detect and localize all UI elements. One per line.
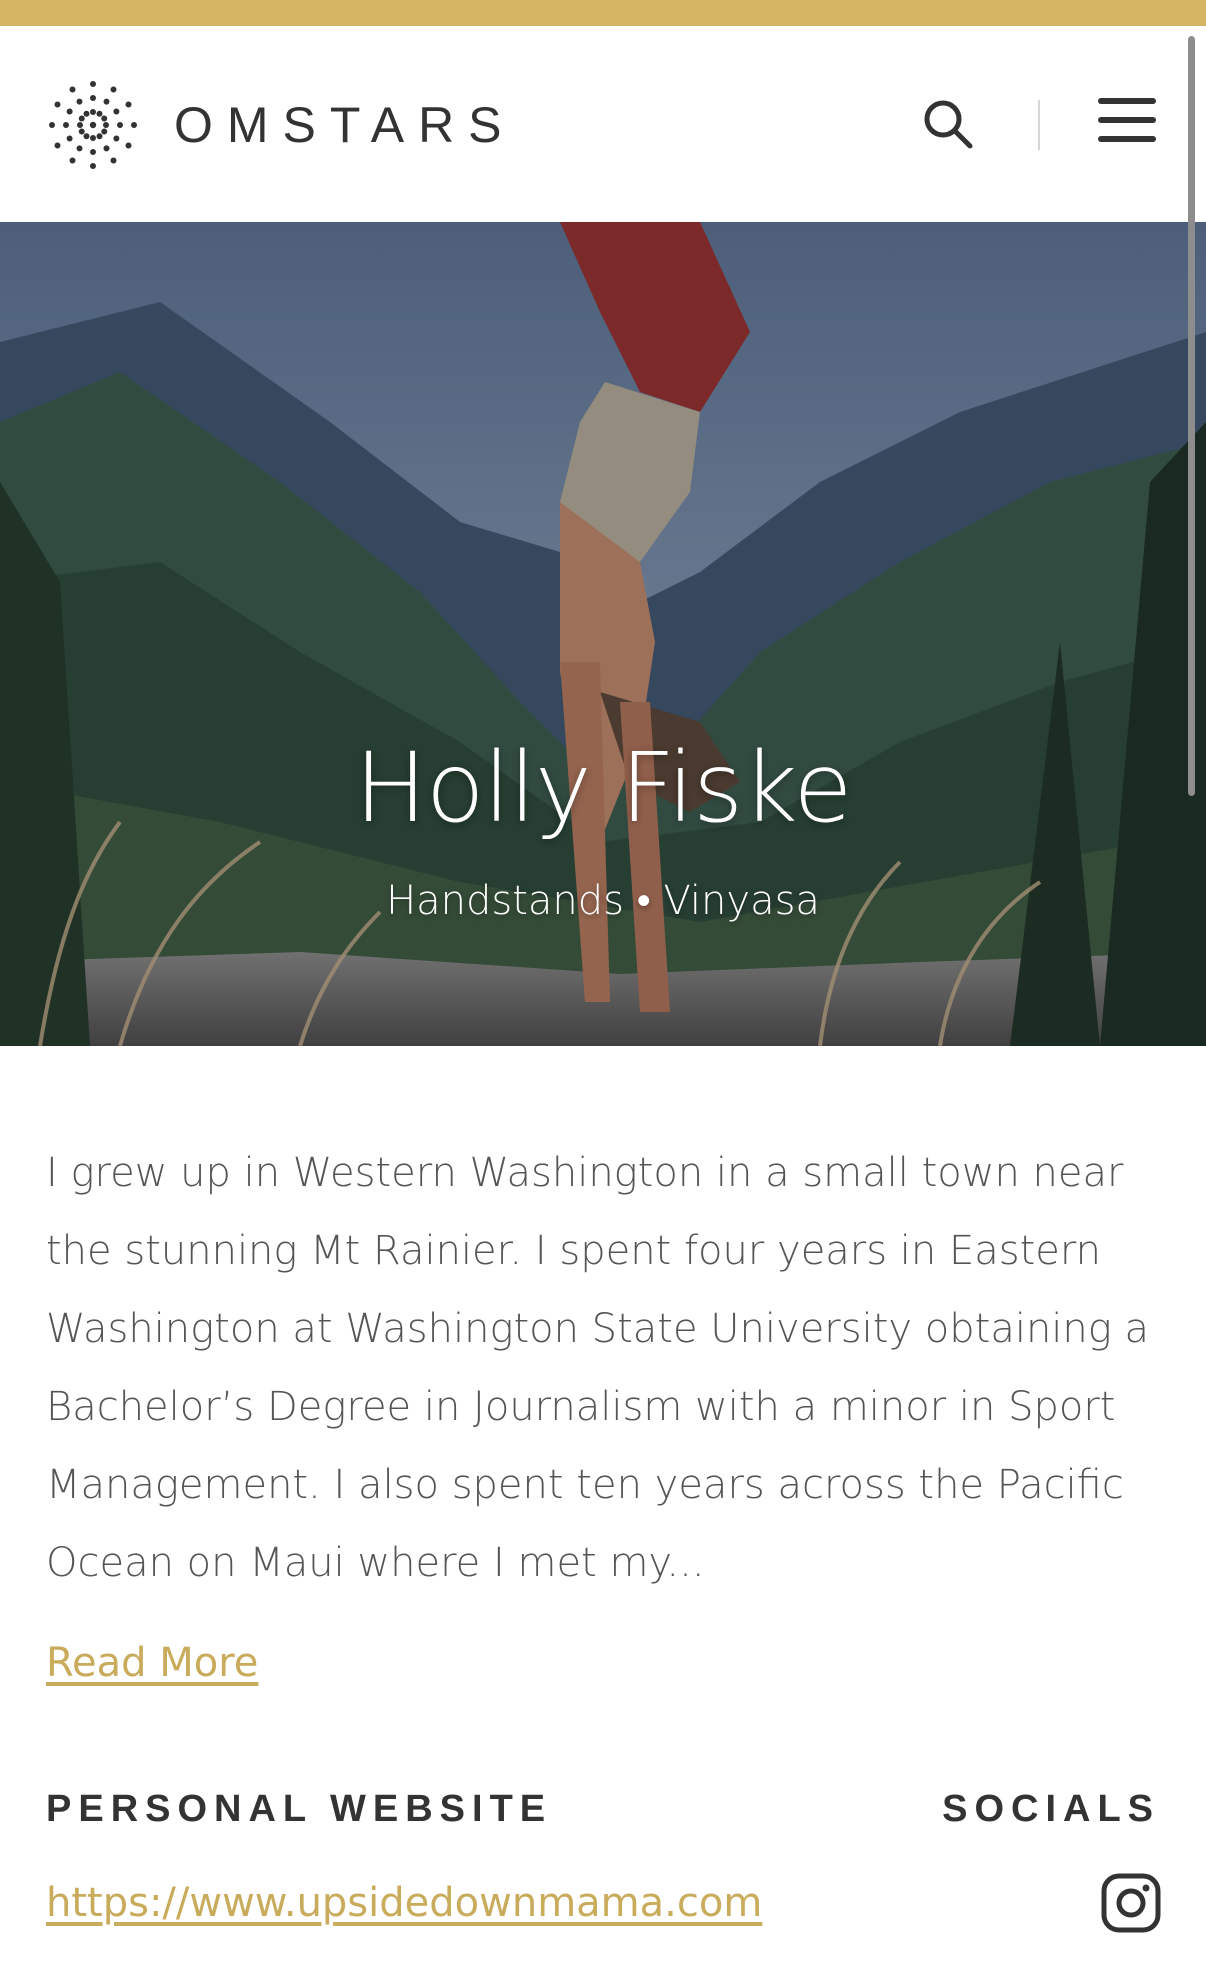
scrollbar[interactable]	[1188, 36, 1195, 796]
instructor-bio: I grew up in Western Washington in a sma…	[46, 1150, 1149, 1586]
personal-website-link[interactable]: https://www.upsidedownmama.com	[46, 1880, 762, 1926]
personal-website-heading: PERSONAL WEBSITE	[46, 1788, 553, 1830]
instructor-name: Holly Fiske	[354, 732, 853, 844]
instagram-icon	[1101, 1873, 1161, 1933]
search-icon	[924, 100, 973, 149]
hamburger-menu-icon	[1098, 98, 1156, 104]
brand-logo[interactable]: OMSTARS	[46, 78, 516, 172]
hamburger-line	[1098, 117, 1156, 123]
read-more-link[interactable]: Read More	[46, 1640, 258, 1686]
header-divider	[1038, 100, 1040, 150]
site-header: OMSTARS	[0, 26, 1206, 222]
search-button[interactable]	[920, 96, 976, 152]
instagram-link[interactable]	[1100, 1872, 1162, 1934]
omstars-logo-icon	[49, 81, 137, 169]
top-accent-bar	[0, 0, 1206, 26]
brand-name: OMSTARS	[174, 97, 516, 153]
hero-banner: Holly Fiske Handstands • Vinyasa	[0, 222, 1206, 1046]
hamburger-line	[1098, 136, 1156, 142]
instructor-styles: Handstands • Vinyasa	[386, 878, 820, 924]
menu-button[interactable]	[1098, 98, 1158, 150]
socials-heading: SOCIALS	[942, 1788, 1160, 1830]
